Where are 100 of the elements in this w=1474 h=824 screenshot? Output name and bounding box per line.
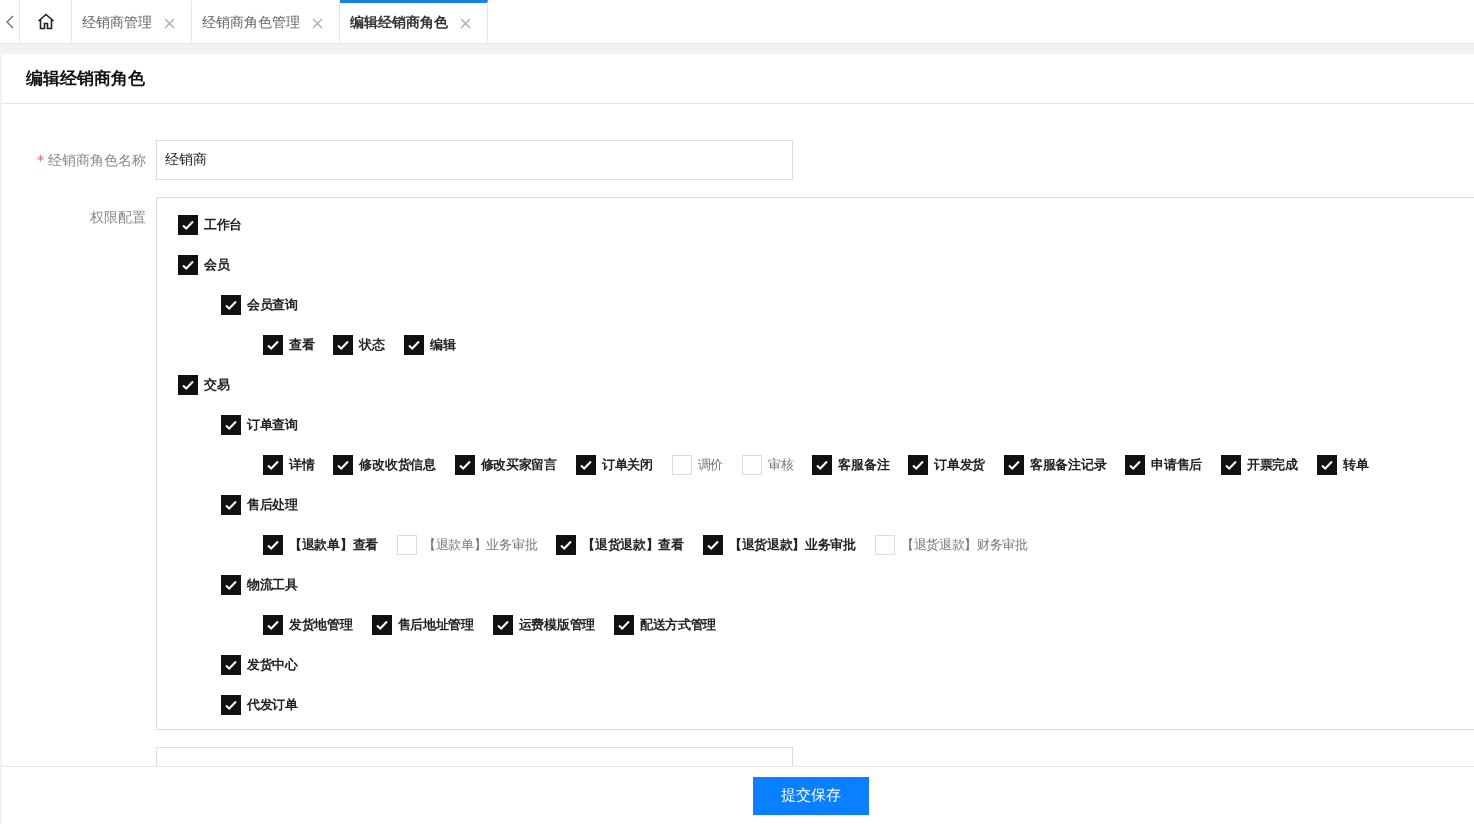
checkbox[interactable] — [221, 575, 241, 595]
checkbox-label: 售后处理 — [247, 496, 298, 514]
checkbox-label: 订单关闭 — [601, 456, 653, 474]
checkbox[interactable] — [1125, 455, 1146, 475]
check-icon — [181, 258, 195, 272]
checkbox[interactable] — [702, 535, 723, 555]
check-icon — [336, 458, 351, 472]
checkbox-label: 详情 — [289, 456, 315, 474]
checkbox-label: 调价 — [697, 456, 724, 474]
checkbox-label: 【退货退款】业务审批 — [728, 536, 856, 554]
tab[interactable]: 经销商管理 — [72, 0, 192, 43]
checkbox-label: 运费模版管理 — [518, 616, 595, 634]
check-icon — [1128, 458, 1143, 472]
check-icon — [1007, 458, 1022, 472]
required-marker: * — [37, 152, 44, 168]
checkbox[interactable] — [556, 535, 577, 555]
checkbox-label: 【退货退款】查看 — [582, 536, 684, 554]
check-icon — [181, 378, 195, 392]
checkbox[interactable] — [371, 615, 392, 635]
check-icon — [578, 458, 593, 472]
check-icon — [224, 658, 238, 672]
checkbox[interactable] — [221, 295, 241, 315]
checkbox-label: 订单发货 — [934, 456, 986, 474]
checkbox-label: 售后地址管理 — [397, 616, 474, 634]
check-icon — [457, 458, 472, 472]
checkbox-label: 代发订单 — [247, 696, 298, 714]
checkbox[interactable] — [908, 455, 929, 475]
checkbox-label: 【退款单】业务审批 — [422, 536, 538, 554]
checkbox-label: 【退款单】查看 — [289, 536, 378, 554]
submit-button[interactable]: 提交保存 — [753, 776, 869, 815]
checkbox[interactable] — [575, 455, 596, 475]
checkbox[interactable] — [403, 335, 424, 355]
checkbox[interactable] — [221, 655, 241, 675]
checkbox[interactable] — [613, 615, 634, 635]
checkbox-label: 修改买家留言 — [480, 456, 557, 474]
checkbox-label: 配送方式管理 — [639, 616, 717, 634]
checkbox[interactable] — [671, 455, 692, 475]
check-icon — [224, 578, 238, 592]
check-icon — [266, 538, 280, 552]
checkbox[interactable] — [221, 495, 241, 515]
check-icon — [336, 338, 351, 352]
checkbox[interactable] — [492, 615, 513, 635]
check-icon — [616, 618, 631, 632]
checkbox-label: 编辑 — [429, 336, 456, 354]
checkbox[interactable] — [263, 615, 283, 635]
checkbox[interactable] — [333, 455, 354, 475]
checkbox-label: 会员 — [204, 256, 230, 274]
check-icon — [911, 458, 926, 472]
check-icon — [266, 618, 280, 632]
checkbox[interactable] — [263, 335, 283, 355]
check-icon — [224, 418, 238, 432]
home-icon — [36, 13, 55, 30]
checkbox-label: 申请售后 — [1151, 456, 1203, 474]
field-label: 经销商角色名称 — [48, 152, 146, 168]
checkbox-label: 工作台 — [204, 216, 243, 234]
input-field[interactable]: 经销商 — [156, 140, 793, 180]
check-icon — [705, 538, 720, 552]
checkbox[interactable] — [396, 535, 417, 555]
checkbox-label: 状态 — [359, 336, 385, 354]
checkbox-label: 审核 — [768, 456, 794, 474]
check-icon — [266, 458, 280, 472]
checkbox[interactable] — [178, 215, 198, 235]
checkbox[interactable] — [874, 535, 895, 555]
checkbox-label: 发货中心 — [247, 656, 298, 674]
chevron-left-icon — [5, 14, 14, 29]
checkbox[interactable] — [812, 455, 833, 475]
checkbox[interactable] — [742, 455, 763, 475]
check-icon — [224, 498, 238, 512]
checkbox-label: 发货地管理 — [289, 616, 353, 634]
checkbox-label: 客服备注 — [838, 456, 890, 474]
checkbox[interactable] — [333, 335, 354, 355]
field-label: 权限配置 — [90, 209, 146, 225]
check-icon — [1319, 458, 1334, 472]
check-icon — [495, 618, 510, 632]
checkbox-label: 订单查询 — [247, 416, 298, 434]
checkbox-label: 交易 — [204, 376, 230, 394]
checkbox[interactable] — [221, 695, 241, 715]
checkbox-label: 修改收货信息 — [359, 456, 436, 474]
checkbox[interactable] — [263, 535, 283, 555]
checkbox-label: 查看 — [289, 336, 315, 354]
check-icon — [224, 298, 238, 312]
check-icon — [815, 458, 830, 472]
checkbox[interactable] — [1221, 455, 1242, 475]
checkbox[interactable] — [1316, 455, 1337, 475]
checkbox[interactable] — [454, 455, 475, 475]
checkbox[interactable] — [263, 455, 283, 475]
check-icon — [266, 338, 280, 352]
check-icon — [406, 338, 421, 352]
check-icon — [1224, 458, 1239, 472]
checkbox[interactable] — [178, 375, 198, 395]
checkbox[interactable] — [1004, 455, 1025, 475]
checkbox-label: 转单 — [1342, 456, 1369, 474]
checkbox[interactable] — [178, 255, 198, 275]
check-icon — [374, 618, 389, 632]
page-title: 编辑经销商角色 — [26, 67, 145, 90]
checkbox-label: 开票完成 — [1247, 456, 1298, 474]
tab[interactable]: 编辑经销商角色 — [340, 0, 488, 43]
check-icon — [559, 538, 574, 552]
checkbox-label: 会员查询 — [247, 296, 298, 314]
checkbox[interactable] — [221, 415, 241, 435]
